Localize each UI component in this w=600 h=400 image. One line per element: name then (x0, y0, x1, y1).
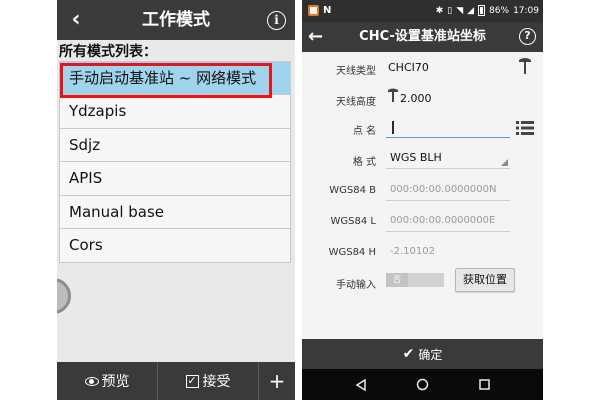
preview-label: 预览 (101, 374, 130, 390)
floating-side-handle[interactable] (57, 278, 71, 314)
page-title: CHC-设置基准站坐标 (359, 29, 486, 44)
format-value: WGS BLH (390, 151, 442, 164)
wgs84-b-label: WGS84 B (329, 185, 376, 196)
point-name-label: 点 名 (352, 126, 376, 137)
format-label: 格 式 (352, 157, 376, 168)
antenna-height-label: 天线高度 (336, 97, 376, 108)
wgs84-l-input[interactable]: 000:00:00.0000000E (386, 210, 510, 232)
highlight-box (60, 63, 272, 98)
confirm-button[interactable]: ✔ 确定 (302, 339, 543, 369)
work-mode-footer: 预览 ✓ 接受 + (57, 362, 295, 400)
vibrate-icon: ▯ (447, 5, 453, 16)
wgs84-l-label: WGS84 L (330, 216, 376, 227)
app-notification-icon (308, 5, 319, 16)
text-caret (392, 121, 394, 134)
battery-percent: 86% (489, 5, 510, 16)
antenna-type-value: CHCI70 (388, 61, 429, 74)
work-mode-header: ‹ 工作模式 i (57, 0, 295, 40)
page-title: 工作模式 (142, 10, 210, 30)
manual-input-label: 手动输入 (336, 280, 376, 291)
preview-button[interactable]: 预览 (57, 362, 158, 400)
help-icon[interactable]: ? (519, 28, 536, 45)
check-icon: ✔ (402, 346, 415, 362)
list-item-sdjz[interactable]: Sdjz (59, 128, 291, 162)
manual-input-toggle[interactable]: 否 (386, 273, 444, 287)
antenna-height-icon (388, 88, 398, 102)
clock: 17:09 (513, 5, 539, 16)
antenna-icon[interactable] (518, 57, 532, 75)
list-item-cors[interactable]: Cors (59, 229, 291, 263)
checkbox-icon: ✓ (185, 373, 199, 388)
mode-list-heading: 所有模式列表： (59, 44, 157, 60)
info-icon[interactable]: i (267, 11, 286, 30)
nav-home-icon[interactable] (416, 378, 429, 391)
android-nav-bar (302, 369, 543, 400)
accept-label: 接受 (202, 374, 231, 390)
confirm-label: 确定 (418, 347, 443, 362)
antenna-height-value: 2.000 (400, 92, 432, 105)
status-bar: N ✱ ▯ ◥ ◢ 86% 17:09 (302, 0, 543, 22)
point-name-input[interactable] (386, 116, 510, 138)
list-item-manual-base[interactable]: Manual base (59, 195, 291, 229)
status-right: ✱ ▯ ◥ ◢ 86% 17:09 (436, 5, 539, 16)
base-coordinate-header: ← CHC-设置基准站坐标 ? (302, 22, 543, 52)
battery-icon (478, 5, 486, 16)
wifi-icon: ◥ (456, 5, 464, 16)
bluetooth-icon: ✱ (435, 5, 444, 16)
get-position-button[interactable]: 获取位置 (455, 268, 515, 292)
nav-back-icon[interactable] (355, 378, 367, 391)
list-icon[interactable] (516, 121, 534, 135)
dropdown-triangle-icon (501, 159, 508, 166)
n-notification-icon: N (323, 5, 332, 16)
accept-button[interactable]: ✓ 接受 (158, 362, 259, 400)
list-item-ydzapis[interactable]: Ydzapis (59, 95, 291, 129)
nav-recent-icon[interactable] (479, 379, 490, 390)
wgs84-h-input[interactable]: -2.10102 (386, 241, 510, 263)
screenshot-stage: ‹ 工作模式 i 所有模式列表： 手动启动基准站 ~ 网络模式 Ydzapis … (0, 0, 600, 400)
base-coordinate-screen: N ✱ ▯ ◥ ◢ 86% 17:09 ← CHC-设置基准站坐标 ? 天线类型… (302, 0, 543, 400)
list-item-apis[interactable]: APIS (59, 162, 291, 196)
toggle-knob: 否 (386, 273, 408, 287)
eye-icon (84, 376, 99, 386)
wgs84-b-input[interactable]: 000:00:00.0000000N (386, 179, 510, 201)
format-select[interactable]: WGS BLH (386, 147, 510, 169)
signal-icon: ◢ (467, 5, 475, 16)
wgs84-h-label: WGS84 H (328, 247, 376, 258)
work-mode-screen: ‹ 工作模式 i 所有模式列表： 手动启动基准站 ~ 网络模式 Ydzapis … (57, 0, 295, 400)
status-left: N (308, 5, 331, 16)
antenna-type-label: 天线类型 (336, 66, 376, 77)
add-button[interactable]: + (259, 362, 295, 400)
